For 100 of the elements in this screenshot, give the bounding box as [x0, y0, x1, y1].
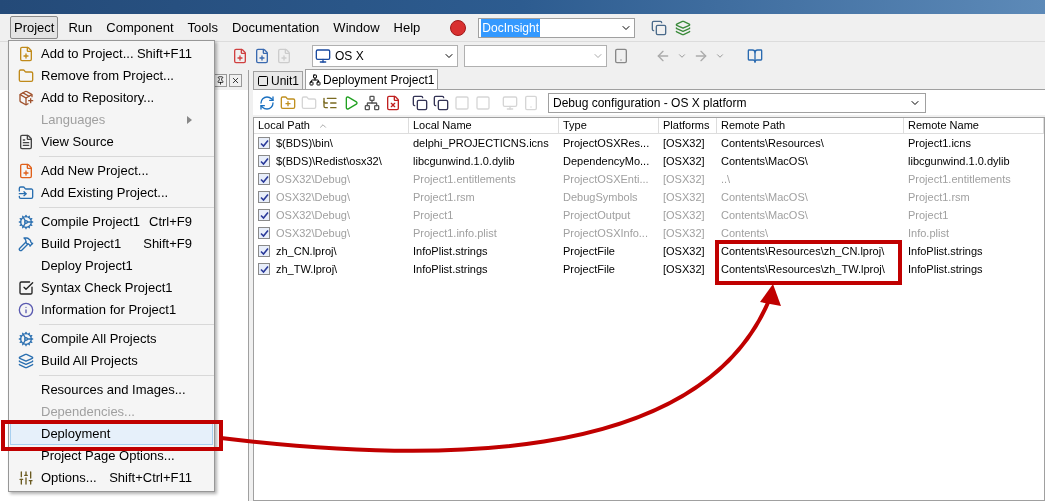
menu-bar-item[interactable]: Documentation	[227, 15, 324, 40]
menu-item[interactable]: Add Existing Project...	[10, 182, 213, 204]
menu-item[interactable]: Compile Project1 Ctrl+F9	[10, 211, 213, 233]
menu-item[interactable]: Deployment	[10, 423, 213, 445]
new-file-icon[interactable]	[254, 48, 270, 64]
book-icon[interactable]	[747, 48, 763, 64]
menu-bar-item[interactable]: Help	[389, 15, 425, 40]
menu-item[interactable]: Build Project1 Shift+F9	[10, 233, 213, 255]
help-logo-icon[interactable]	[450, 19, 467, 36]
column-header[interactable]: Platforms	[659, 118, 717, 133]
table-cell-text: Project1.icns	[908, 135, 971, 151]
refresh-icon[interactable]	[259, 94, 275, 111]
table-cell-text: OSX32\Debug\	[276, 171, 350, 187]
row-checkbox[interactable]	[258, 155, 270, 167]
menu-item[interactable]: Information for Project1	[10, 299, 213, 321]
table-cell-text: [OSX32]	[663, 189, 705, 205]
table-cell-text: Contents\MacOS\	[721, 207, 808, 223]
folder-icon[interactable]	[18, 68, 34, 84]
info-icon[interactable]	[18, 302, 34, 318]
table-cell-text: ProjectOutput	[563, 207, 631, 223]
close-icon	[231, 75, 240, 85]
new-project-icon[interactable]	[18, 163, 34, 179]
menu-item[interactable]: Compile All Projects	[10, 328, 213, 350]
menu-item[interactable]: Add to Project... Shift+F11	[10, 43, 213, 65]
device-icon[interactable]	[613, 48, 629, 64]
table-cell-text: InfoPlist.strings	[908, 243, 983, 259]
menu-item[interactable]: Deploy Project1	[10, 255, 213, 277]
configuration-combo[interactable]: Debug configuration - OS X platform	[548, 92, 926, 113]
menu-bar-item[interactable]: Project	[10, 15, 59, 40]
table-cell-text: ProjectFile	[563, 261, 615, 277]
menu-bar-item[interactable]: Component	[102, 15, 178, 40]
menu-item[interactable]: Resources and Images...	[10, 379, 213, 401]
document-icon[interactable]	[18, 134, 34, 150]
column-header[interactable]: Remote Path	[717, 118, 904, 133]
column-header[interactable]: Local Name	[409, 118, 559, 133]
table-cell-text: zh_TW.lproj\	[276, 261, 338, 277]
row-checkbox[interactable]	[258, 245, 270, 257]
file-plus-icon[interactable]	[18, 46, 34, 62]
compile-icon[interactable]	[18, 214, 34, 230]
table-cell-text: Contents\Resources\zh_TW.lproj\	[721, 261, 885, 277]
menu-item[interactable]: Add to Repository...	[10, 87, 213, 109]
table-cell-text: Project1.rsm	[413, 189, 475, 205]
editor-tab[interactable]: Unit1	[253, 71, 303, 89]
column-header[interactable]: Local Path	[254, 118, 409, 133]
table-cell-text: [OSX32]	[663, 243, 705, 259]
table-cell-text: [OSX32]	[663, 171, 705, 187]
table-cell-text: [OSX32]	[663, 261, 705, 277]
platform-combo[interactable]: OS X	[312, 45, 458, 67]
table-cell-text: InfoPlist.strings	[908, 261, 983, 277]
checkbox-icon[interactable]	[18, 280, 34, 296]
add-file-icon[interactable]	[232, 48, 248, 64]
menu-item[interactable]: Project Page Options...	[10, 445, 213, 467]
copy-icon[interactable]	[412, 94, 428, 111]
table-cell-text: libcgunwind.1.0.dylib	[908, 153, 1010, 169]
menu-item[interactable]: Options... Shift+Ctrl+F11	[10, 467, 213, 489]
row-checkbox[interactable]	[258, 137, 270, 149]
menu-bar-item[interactable]: Run	[64, 15, 97, 40]
table-cell-text: [OSX32]	[663, 153, 705, 169]
table-cell-text: Contents\MacOS\	[721, 189, 808, 205]
table-cell-text: Project1.entitlements	[413, 171, 516, 187]
add-project-icon[interactable]	[18, 185, 34, 201]
play-icon[interactable]	[343, 94, 359, 111]
folder-add-icon[interactable]	[280, 94, 296, 111]
delete-file-icon[interactable]	[385, 94, 401, 111]
options-icon[interactable]	[18, 470, 34, 486]
column-header[interactable]: Type	[559, 118, 659, 133]
monitor-icon	[315, 48, 331, 64]
menu-item[interactable]: Build All Projects	[10, 350, 213, 372]
table-cell-text: ProjectOSXRes...	[563, 135, 650, 151]
compile-all-icon[interactable]	[18, 331, 34, 347]
build-icon[interactable]	[18, 236, 34, 252]
table-cell-text: zh_CN.lproj\	[276, 243, 337, 259]
submenu-arrow-icon	[187, 116, 192, 124]
row-checkbox[interactable]	[258, 263, 270, 275]
table-cell-text: OSX32\Debug\	[276, 189, 350, 205]
table-cell-text: OSX32\Debug\	[276, 225, 350, 241]
menu-bar-item[interactable]: Tools	[183, 15, 222, 40]
table-cell-text: Contents\Resources\	[721, 135, 824, 151]
table-cell-text: DependencyMo...	[563, 153, 650, 169]
table-cell-text: Project1	[413, 207, 454, 223]
close-button[interactable]	[229, 73, 242, 87]
copy-icon[interactable]	[433, 94, 449, 111]
stack-icon[interactable]	[651, 19, 668, 36]
pin-icon	[216, 75, 225, 85]
menu-item[interactable]: Remove from Project...	[10, 65, 213, 87]
table-cell-text: $(BDS)\Redist\osx32\	[276, 153, 382, 169]
table-cell-text: ProjectFile	[563, 243, 615, 259]
menu-bar-item[interactable]: Window	[329, 15, 384, 40]
column-header[interactable]: Remote Name	[904, 118, 1044, 133]
table-cell-text: [OSX32]	[663, 207, 705, 223]
menu-item[interactable]: View Source	[10, 131, 213, 153]
menu-item[interactable]: Add New Project...	[10, 160, 213, 182]
menu-item[interactable]: Syntax Check Project1	[10, 277, 213, 299]
network-icon[interactable]	[364, 94, 380, 111]
table-cell-text: Project1.rsm	[908, 189, 970, 205]
editor-tab[interactable]: Deployment Project1	[305, 69, 439, 89]
table-cell-text: Contents\Resources\zh_CN.lproj\	[721, 243, 885, 259]
table-cell-text: Project1.entitlements	[908, 171, 1011, 187]
table-cell-text: [OSX32]	[663, 135, 705, 151]
package-icon[interactable]	[18, 90, 34, 106]
